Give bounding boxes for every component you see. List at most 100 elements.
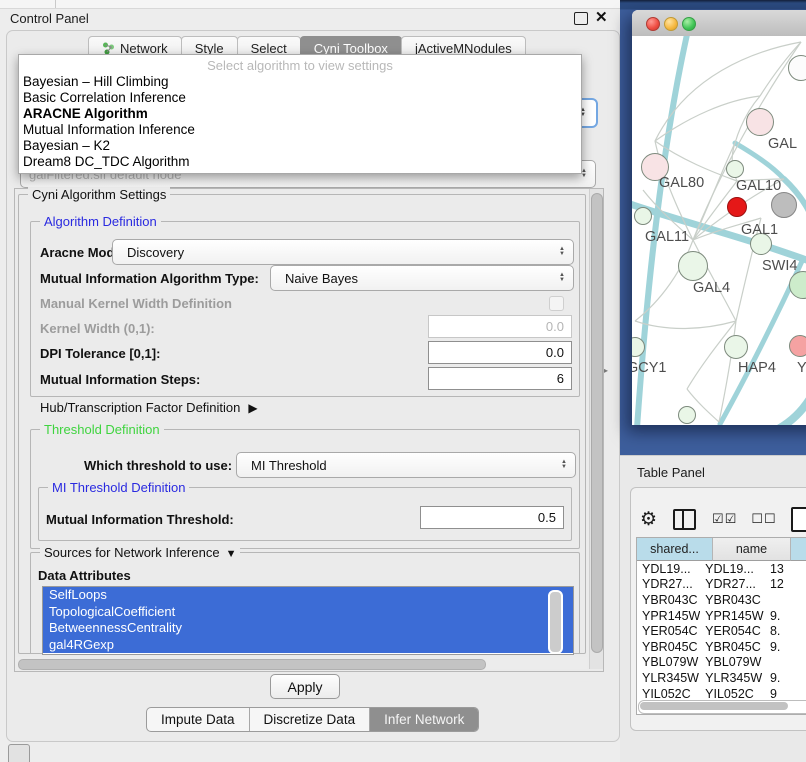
- mi-steps-label: Mutual Information Steps:: [40, 372, 200, 387]
- network-window-titlebar[interactable]: [632, 10, 806, 37]
- attribute-list-item[interactable]: BetweennessCentrality: [43, 620, 573, 637]
- node[interactable]: [727, 197, 747, 217]
- node-label-swi4: SWI4: [762, 258, 797, 274]
- dpi-tolerance-field[interactable]: 0.0: [428, 341, 572, 364]
- node-label-gcy1: GCY1: [632, 360, 667, 376]
- node-gal10[interactable]: [726, 160, 744, 178]
- threshold-definition-title: Threshold Definition: [40, 422, 164, 437]
- algorithm-option[interactable]: Mutual Information Inference: [23, 122, 577, 138]
- table-row[interactable]: YER054CYER054C8.: [637, 623, 806, 639]
- table-row[interactable]: YBR043CYBR043C: [637, 592, 806, 608]
- network-canvas[interactable]: GALGAL80GAL10GAL1GAL11SWI4GAL4GCY1HAP4YH…: [632, 36, 806, 425]
- table-cell: YDL19...: [637, 562, 700, 576]
- mi-threshold-field[interactable]: 0.5: [420, 506, 564, 529]
- column-header-a[interactable]: A: [791, 538, 806, 561]
- table-horizontal-scrollbar-thumb[interactable]: [640, 702, 788, 710]
- control-panel-title: Control Panel: [10, 11, 89, 26]
- attribute-list-item[interactable]: TopologicalCoefficient: [43, 604, 573, 621]
- split-pane-arrow-icon[interactable]: ▸: [604, 366, 608, 375]
- table-row[interactable]: YDR27...YDR27...12: [637, 577, 806, 593]
- node-gal4[interactable]: [678, 251, 708, 281]
- algorithm-option[interactable]: Bayesian – Hill Climbing: [23, 74, 577, 90]
- table-cell: YBR045C: [637, 640, 700, 654]
- node-label-y: Y: [797, 360, 806, 376]
- table-row[interactable]: YLR345WYLR345W9.: [637, 670, 806, 686]
- new-table-icon[interactable]: [791, 507, 806, 532]
- node-label-gal11: GAL11: [645, 229, 689, 245]
- mi-type-combobox[interactable]: Naive Bayes ▲▼: [270, 265, 574, 291]
- expander-down-icon: ▼: [226, 548, 237, 560]
- kernel-width-field[interactable]: 0.0: [428, 315, 572, 338]
- manual-kernel-checkbox[interactable]: [549, 296, 564, 311]
- table-cell: 12: [765, 577, 806, 591]
- table-cell: YIL052C: [637, 687, 700, 701]
- column-header-name[interactable]: name: [713, 538, 791, 561]
- mi-threshold-value: 0.5: [538, 510, 556, 525]
- table-row[interactable]: YDL19...YDL19...13: [637, 561, 806, 577]
- table-cell: YDL19...: [700, 562, 765, 576]
- data-attributes-list[interactable]: SelfLoopsTopologicalCoefficientBetweenne…: [42, 586, 574, 655]
- close-window-icon[interactable]: [646, 17, 660, 31]
- table-cell: 8.: [765, 624, 806, 638]
- column-layout-icon[interactable]: [673, 509, 696, 530]
- screen: Control Panel ✕ NetworkStyleSelectCyni T…: [0, 0, 806, 762]
- attribute-list-scrollbar-thumb[interactable]: [548, 590, 563, 654]
- network-view-window: GALGAL80GAL10GAL1GAL11SWI4GAL4GCY1HAP4YH…: [632, 10, 806, 425]
- close-panel-icon[interactable]: ✕: [595, 8, 608, 26]
- mi-steps-field[interactable]: 6: [428, 367, 572, 390]
- checked-columns-icon[interactable]: ☑☑: [712, 511, 737, 527]
- node-hap4[interactable]: [724, 335, 748, 359]
- table-row[interactable]: YPR145WYPR145W9.: [637, 608, 806, 624]
- table-row[interactable]: YIL052CYIL052C9: [637, 686, 806, 702]
- bottom-tabs: Impute DataDiscretize DataInfer Network: [146, 707, 479, 732]
- table-row[interactable]: YBR045CYBR045C9.: [637, 639, 806, 655]
- apply-button[interactable]: Apply: [270, 674, 340, 699]
- node-hap2[interactable]: [678, 406, 696, 424]
- hub-definition-expander[interactable]: Hub/Transcription Factor Definition▶: [40, 400, 258, 415]
- float-panel-icon[interactable]: [574, 12, 588, 25]
- sources-title[interactable]: Sources for Network Inference ▼: [40, 545, 240, 560]
- aracne-mode-combobox[interactable]: Discovery ▲▼: [112, 239, 574, 265]
- algorithm-option[interactable]: Dream8 DC_TDC Algorithm: [23, 154, 577, 170]
- node[interactable]: [771, 192, 797, 218]
- which-threshold-label: Which threshold to use:: [84, 458, 232, 473]
- zoom-window-icon[interactable]: [682, 17, 696, 31]
- mi-threshold-definition-title: MI Threshold Definition: [48, 480, 189, 495]
- node-label-gal1: GAL1: [741, 222, 778, 238]
- node-label-gal: GAL: [768, 136, 797, 152]
- vertical-scrollbar-thumb[interactable]: [591, 193, 603, 653]
- sources-title-text: Sources for Network Inference: [44, 545, 220, 560]
- node-gal[interactable]: [746, 108, 774, 136]
- minimize-window-icon[interactable]: [664, 17, 678, 31]
- node-label-gal80: GAL80: [659, 175, 704, 191]
- bottom-tab-discretize-data[interactable]: Discretize Data: [250, 708, 371, 731]
- node-gal11[interactable]: [634, 207, 652, 225]
- horizontal-scrollbar-thumb[interactable]: [18, 659, 486, 670]
- table-row[interactable]: YBL079WYBL079W: [637, 655, 806, 671]
- mi-steps-value: 6: [557, 371, 564, 386]
- bottom-tab-impute-data[interactable]: Impute Data: [147, 708, 250, 731]
- table-cell: YPR145W: [700, 609, 765, 623]
- node-table[interactable]: shared...nameA YDL19...YDL19...13YDR27..…: [636, 537, 806, 715]
- algorithm-option[interactable]: Bayesian – K2: [23, 138, 577, 154]
- unchecked-columns-icon[interactable]: ☐☐: [751, 511, 776, 527]
- table-cell: YLR345W: [637, 671, 700, 685]
- attribute-list-item[interactable]: SelfLoops: [43, 587, 573, 604]
- algorithm-option[interactable]: ARACNE Algorithm: [23, 106, 577, 122]
- docked-panel-icon[interactable]: [8, 744, 30, 762]
- table-cell: YBR043C: [700, 593, 765, 607]
- attribute-list-item[interactable]: gal4RGexp: [43, 637, 573, 654]
- table-panel-title: Table Panel: [637, 465, 705, 480]
- bottom-tab-infer-network[interactable]: Infer Network: [370, 708, 478, 731]
- table-cell: 9.: [765, 609, 806, 623]
- top-strip-divider: [55, 0, 56, 8]
- column-header-shared[interactable]: shared...: [637, 538, 713, 561]
- which-threshold-combobox[interactable]: MI Threshold ▲▼: [236, 452, 576, 478]
- node-y[interactable]: [789, 335, 806, 357]
- gear-icon[interactable]: ⚙: [640, 508, 657, 531]
- algorithm-option[interactable]: Basic Correlation Inference: [23, 90, 577, 106]
- data-attributes-label: Data Attributes: [38, 568, 131, 583]
- app-top-strip: [0, 0, 622, 9]
- table-cell: 9.: [765, 640, 806, 654]
- node-label-gal4: GAL4: [693, 280, 730, 296]
